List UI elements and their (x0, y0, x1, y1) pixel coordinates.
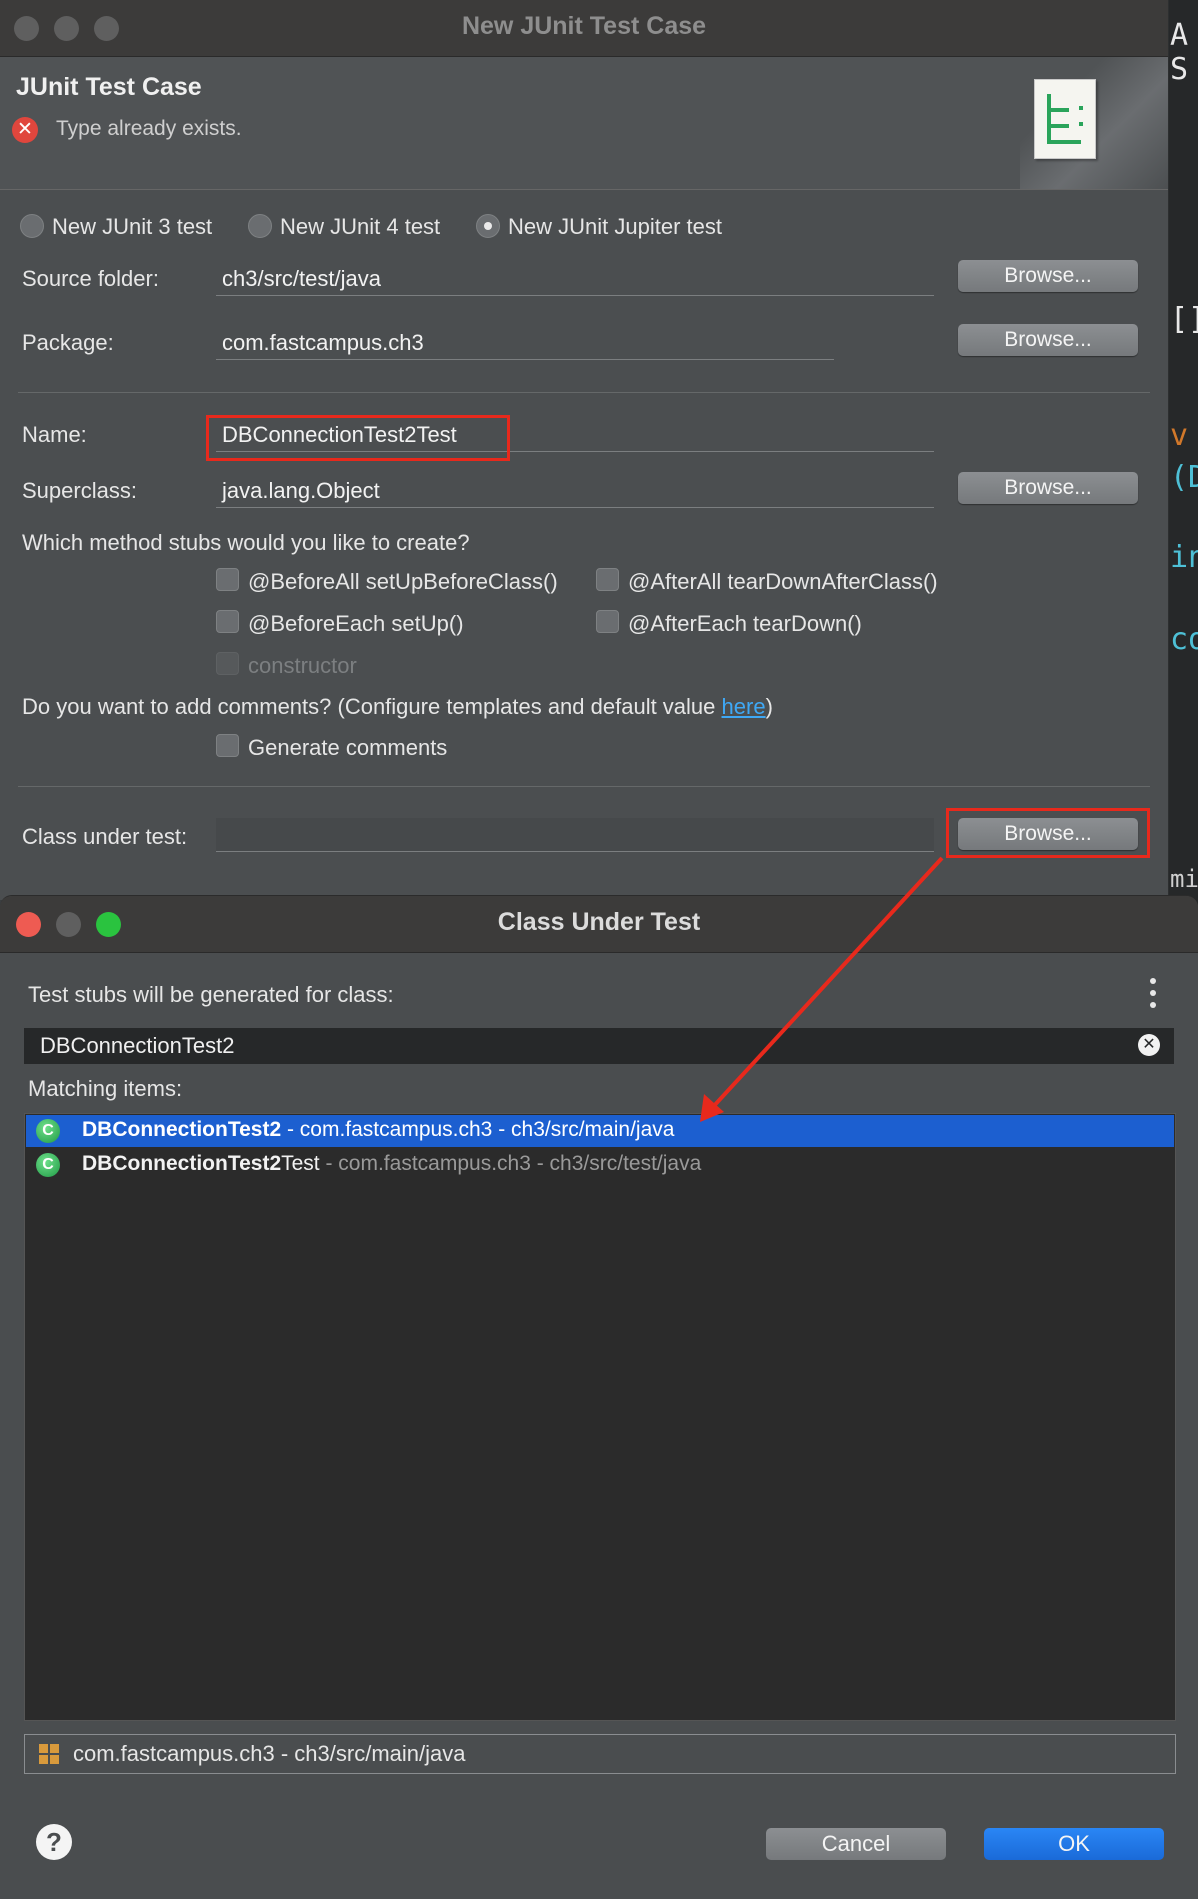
after-each-label[interactable]: @AfterEach tearDown() (628, 611, 862, 637)
list-item[interactable]: C DBConnectionTest2 - com.fastcampus.ch3… (26, 1115, 1174, 1147)
separator (18, 392, 1150, 393)
generate-comments-label[interactable]: Generate comments (248, 735, 447, 761)
name-highlight-box (206, 415, 510, 461)
cancel-button[interactable]: Cancel (766, 1828, 946, 1860)
source-folder-input[interactable]: ch3/src/test/java (216, 262, 934, 296)
after-each-checkbox[interactable] (596, 610, 619, 633)
after-all-checkbox[interactable] (596, 568, 619, 591)
list-item-text: DBConnectionTest2 - com.fastcampus.ch3 -… (82, 1118, 674, 1142)
templates-link[interactable]: here (722, 694, 766, 719)
class-search-input[interactable]: DBConnectionTest2 ✕ (24, 1028, 1174, 1064)
list-item[interactable]: C DBConnectionTest2Test - com.fastcampus… (26, 1149, 1174, 1181)
comments-question: Do you want to add comments? (Configure … (22, 694, 773, 720)
matching-items-list[interactable]: C DBConnectionTest2 - com.fastcampus.ch3… (24, 1113, 1176, 1721)
constructor-checkbox (216, 652, 239, 675)
separator (18, 786, 1150, 787)
name-label: Name: (22, 422, 87, 447)
junit-jupiter-radio[interactable] (476, 214, 500, 238)
class-under-test-input[interactable] (216, 818, 934, 852)
superclass-browse-button[interactable]: Browse... (958, 472, 1138, 504)
editor-fragment: co (1170, 622, 1198, 657)
page-title: JUnit Test Case (16, 73, 202, 101)
class-icon: C (36, 1153, 60, 1177)
error-message: Type already exists. (56, 117, 242, 140)
window-title: Class Under Test (497, 908, 701, 936)
title-bar: New JUnit Test Case (0, 0, 1168, 57)
after-all-label[interactable]: @AfterAll tearDownAfterClass() (628, 569, 938, 595)
item-detail: - com.fastcampus.ch3 - ch3/src/test/java (319, 1152, 702, 1175)
source-folder-browse-button[interactable]: Browse... (958, 260, 1138, 292)
item-detail: - com.fastcampus.ch3 - ch3/src/main/java (281, 1118, 675, 1141)
clear-search-icon[interactable]: ✕ (1138, 1034, 1160, 1056)
before-all-label[interactable]: @BeforeAll setUpBeforeClass() (248, 569, 558, 595)
editor-fragment: mir (1170, 865, 1198, 893)
junit4-radio[interactable] (248, 214, 272, 238)
superclass-input[interactable]: java.lang.Object (216, 474, 934, 508)
new-junit-test-case-dialog: New JUnit Test Case JUnit Test Case ✕ Ty… (0, 0, 1169, 900)
junit3-radio[interactable] (20, 214, 44, 238)
editor-fragment: v (1170, 418, 1189, 453)
class-icon: C (36, 1119, 60, 1143)
browse-highlight-box (946, 808, 1150, 858)
error-icon: ✕ (12, 117, 38, 143)
window-title: New JUnit Test Case (461, 12, 707, 40)
package-icon (39, 1744, 59, 1764)
editor-fragment: A (1170, 18, 1189, 53)
comments-question-end: ) (765, 694, 773, 719)
before-each-checkbox[interactable] (216, 610, 239, 633)
class-under-test-label: Class under test: (22, 824, 188, 849)
package-label: Package: (22, 330, 114, 355)
item-name: DBConnectionTest2 (82, 1118, 282, 1141)
editor-fragment: [] (1170, 302, 1198, 337)
constructor-label: constructor (248, 653, 357, 678)
wizard-header: JUnit Test Case ✕ Type already exists. (0, 57, 1168, 190)
list-item-text: DBConnectionTest2Test - com.fastcampus.c… (82, 1152, 701, 1176)
source-folder-label: Source folder: (22, 266, 159, 291)
junit-test-icon (1034, 79, 1096, 159)
package-location: com.fastcampus.ch3 - ch3/src/main/java (24, 1734, 1176, 1774)
stubs-question: Which method stubs would you like to cre… (22, 530, 470, 555)
junit-jupiter-label[interactable]: New JUnit Jupiter test (508, 214, 722, 240)
wizard-banner (1020, 57, 1168, 189)
item-name: DBConnectionTest2 (82, 1152, 282, 1175)
superclass-label: Superclass: (22, 478, 137, 503)
title-bar: Class Under Test (0, 896, 1198, 953)
prompt-label: Test stubs will be generated for class: (28, 982, 394, 1007)
editor-fragment: in (1170, 540, 1198, 575)
more-options-icon[interactable] (1150, 978, 1156, 1008)
junit4-label[interactable]: New JUnit 4 test (280, 214, 440, 240)
package-browse-button[interactable]: Browse... (958, 324, 1138, 356)
junit3-label[interactable]: New JUnit 3 test (52, 214, 212, 240)
class-search-value: DBConnectionTest2 (40, 1033, 235, 1058)
editor-fragment: S (1170, 52, 1189, 87)
before-all-checkbox[interactable] (216, 568, 239, 591)
package-input[interactable]: com.fastcampus.ch3 (216, 326, 834, 360)
class-under-test-dialog: Class Under Test Test stubs will be gene… (0, 895, 1198, 1899)
matching-items-label: Matching items: (28, 1076, 183, 1101)
item-name-suffix: Test (281, 1152, 320, 1175)
ok-button[interactable]: OK (984, 1828, 1164, 1860)
generate-comments-checkbox[interactable] (216, 734, 239, 757)
help-icon[interactable]: ? (36, 1824, 72, 1860)
before-each-label[interactable]: @BeforeEach setUp() (248, 611, 464, 637)
comments-question-text: Do you want to add comments? (Configure … (22, 694, 722, 719)
editor-fragment: (D (1170, 460, 1198, 495)
package-location-text: com.fastcampus.ch3 - ch3/src/main/java (73, 1741, 466, 1766)
